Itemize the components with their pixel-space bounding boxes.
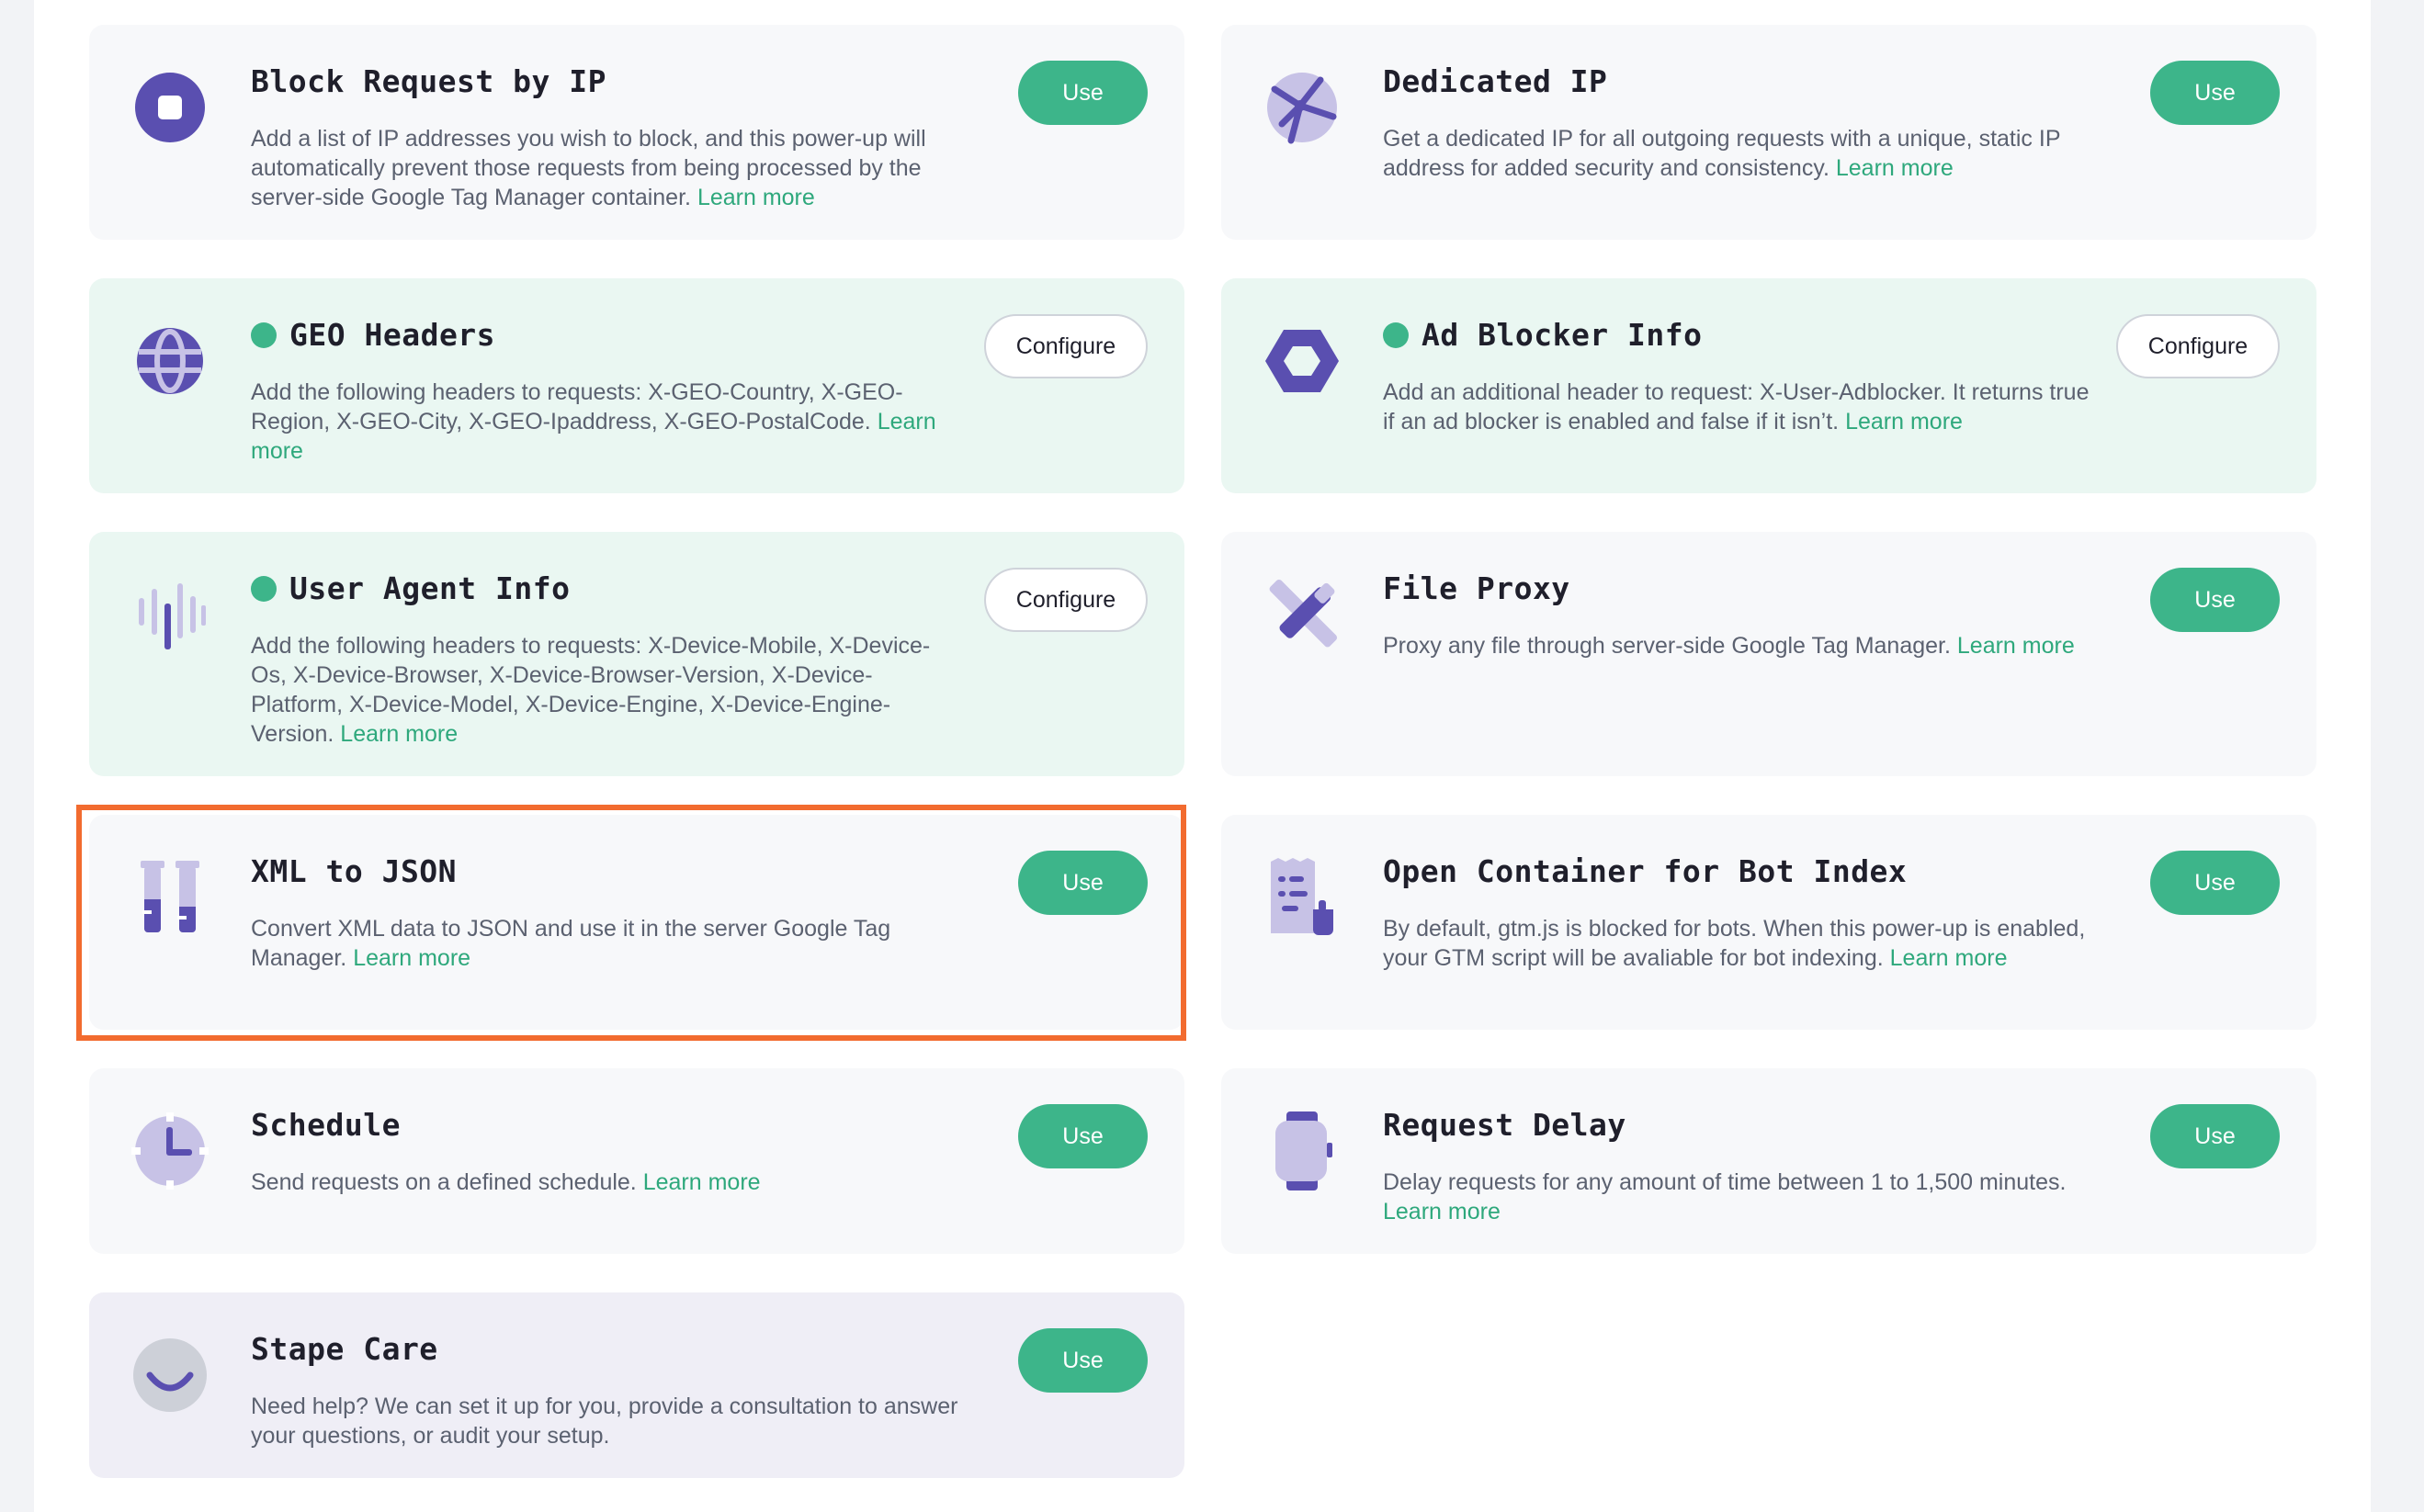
learn-more-link[interactable]: Learn more xyxy=(697,185,815,210)
power-up-card-ad-blocker-info: Ad Blocker Info Add an additional header… xyxy=(1221,278,2316,493)
card-description: Get a dedicated IP for all outgoing requ… xyxy=(1383,126,2061,181)
power-up-card-stape-care: Stape Care Need help? We can set it up f… xyxy=(89,1292,1184,1478)
configure-button[interactable]: Configure xyxy=(984,568,1148,632)
learn-more-link[interactable]: Learn more xyxy=(340,721,458,747)
power-up-card-file-proxy: File Proxy Proxy any file through server… xyxy=(1221,532,2316,776)
block-icon xyxy=(131,69,209,146)
active-status-dot xyxy=(251,575,277,602)
configure-button[interactable]: Configure xyxy=(984,314,1148,378)
learn-more-link[interactable]: Learn more xyxy=(1845,409,1963,434)
power-up-card-user-agent-info: User Agent Info Add the following header… xyxy=(89,532,1184,776)
card-title: Block Request by IP xyxy=(251,63,606,99)
active-status-dot xyxy=(251,322,277,348)
tools-icon xyxy=(1263,576,1341,653)
card-description: Delay requests for any amount of time be… xyxy=(1383,1169,2067,1224)
card-description: Proxy any file through server-side Googl… xyxy=(1383,633,2075,659)
card-description: Add the following headers to requests: X… xyxy=(251,379,936,464)
learn-more-link[interactable]: Learn more xyxy=(1890,945,2008,971)
use-button[interactable]: Use xyxy=(1018,1104,1148,1168)
card-title: File Proxy xyxy=(1383,570,1570,606)
card-title: User Agent Info xyxy=(289,570,571,606)
watch-icon xyxy=(1263,1111,1341,1190)
use-button[interactable]: Use xyxy=(2150,851,2280,915)
power-up-card-dedicated-ip: Dedicated IP Get a dedicated IP for all … xyxy=(1221,25,2316,240)
learn-more-link[interactable]: Learn more xyxy=(1957,633,2075,659)
learn-more-link[interactable]: Learn more xyxy=(1836,155,1954,181)
globe-network-icon xyxy=(1263,69,1341,146)
learn-more-link[interactable]: Learn more xyxy=(1383,1199,1501,1224)
active-status-dot xyxy=(1383,322,1409,348)
soundwave-icon xyxy=(131,576,209,653)
use-button[interactable]: Use xyxy=(1018,1328,1148,1393)
configure-button[interactable]: Configure xyxy=(2116,314,2280,378)
power-up-card-open-container-for-bot-index: Open Container for Bot Index By default,… xyxy=(1221,815,2316,1030)
globe-icon xyxy=(131,322,209,400)
use-button[interactable]: Use xyxy=(1018,61,1148,125)
use-button[interactable]: Use xyxy=(2150,61,2280,125)
card-description: Send requests on a defined schedule. Lea… xyxy=(251,1169,761,1195)
clock-icon xyxy=(131,1112,209,1190)
power-up-card-geo-headers: GEO Headers Add the following headers to… xyxy=(89,278,1184,493)
card-description: Need help? We can set it up for you, pro… xyxy=(251,1394,958,1449)
power-ups-page: Block Request by IP Add a list of IP add… xyxy=(34,0,2371,1512)
power-up-card-schedule: Schedule Send requests on a defined sche… xyxy=(89,1068,1184,1254)
hexagon-icon xyxy=(1263,322,1341,400)
card-title: Stape Care xyxy=(251,1331,438,1367)
smile-icon xyxy=(131,1337,209,1414)
card-title: Dedicated IP xyxy=(1383,63,1608,99)
card-description: Add the following headers to requests: X… xyxy=(251,633,931,747)
card-title: Schedule xyxy=(251,1107,401,1143)
card-description: Add an additional header to request: X-U… xyxy=(1383,379,2090,434)
selection-highlight xyxy=(76,805,1186,1041)
card-title: Ad Blocker Info xyxy=(1422,317,1703,353)
card-description: Add a list of IP addresses you wish to b… xyxy=(251,126,926,210)
card-title: Open Container for Bot Index xyxy=(1383,853,1908,889)
document-robot-icon xyxy=(1263,858,1341,936)
card-title: Request Delay xyxy=(1383,1107,1626,1143)
use-button[interactable]: Use xyxy=(2150,568,2280,632)
card-description: By default, gtm.js is blocked for bots. … xyxy=(1383,916,2086,971)
learn-more-link[interactable]: Learn more xyxy=(643,1169,761,1195)
card-title: GEO Headers xyxy=(289,317,496,353)
power-up-card-request-delay: Request Delay Delay requests for any amo… xyxy=(1221,1068,2316,1254)
use-button[interactable]: Use xyxy=(2150,1104,2280,1168)
power-up-card-block-request-by-ip: Block Request by IP Add a list of IP add… xyxy=(89,25,1184,240)
